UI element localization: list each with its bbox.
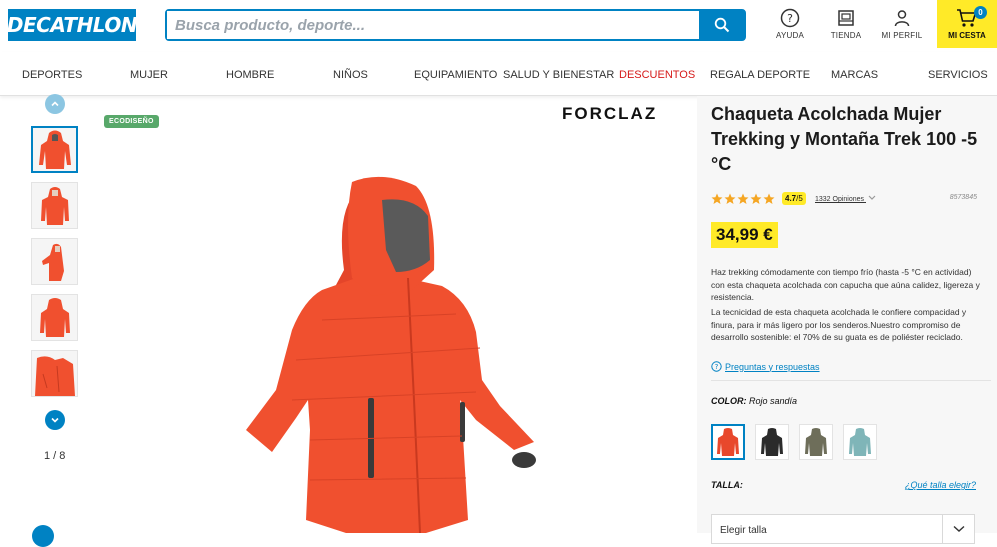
price-tag: 34,99 € [711, 222, 778, 248]
star-icon [711, 193, 723, 204]
star-icon [763, 193, 775, 204]
jacket-thumbnail-icon [41, 243, 64, 281]
thumb-scroll-down-button[interactable] [45, 410, 65, 430]
product-title: Chaqueta Acolchada Mujer Trekking y Mont… [711, 104, 978, 174]
jacket-swatch-icon [761, 428, 783, 456]
nav-hombre[interactable]: HOMBRE [226, 69, 274, 81]
nav-ninos[interactable]: NIÑOS [333, 69, 368, 81]
nav-servicios[interactable]: SERVICIOS [928, 69, 988, 81]
jacket-thumbnail-icon [38, 130, 71, 169]
rating-value: 4.7 [785, 194, 797, 203]
search-icon [714, 17, 729, 33]
thumbnail-1[interactable] [31, 126, 78, 173]
jacket-illustration [246, 176, 536, 533]
chat-help-button[interactable] [32, 525, 54, 547]
nav-marcas[interactable]: MARCAS [831, 69, 878, 81]
thumbnail-3[interactable] [31, 238, 78, 285]
user-icon [894, 10, 910, 27]
jacket-thumbnail-icon [34, 355, 75, 396]
question-circle-icon: ? [711, 361, 722, 372]
svg-text:?: ? [787, 12, 793, 25]
thumb-scroll-up-button[interactable] [45, 94, 65, 114]
product-info-panel: Chaqueta Acolchada Mujer Trekking y Mont… [697, 96, 997, 544]
rating-score-badge: 4.7/5 [782, 192, 806, 205]
thumbnail-2[interactable] [31, 182, 78, 229]
search-bar [165, 9, 746, 41]
star-icon [724, 193, 736, 204]
product-reference: 8573845 [949, 194, 977, 201]
chevron-down-icon [51, 417, 59, 423]
store-link[interactable]: TIENDA [818, 8, 874, 44]
color-label: COLOR: [711, 396, 747, 406]
jacket-thumbnail-icon [39, 297, 70, 337]
reviews-link[interactable]: 1332 Opiniones [815, 195, 876, 203]
main-nav: DEPORTES MUJER HOMBRE NIÑOS EQUIPAMIENTO… [0, 52, 997, 96]
search-button[interactable] [699, 11, 744, 39]
color-label-row: COLOR: Rojo sandía [711, 396, 797, 406]
jacket-thumbnail-icon [40, 186, 69, 225]
thumbnail-4[interactable] [31, 294, 78, 341]
size-select-toggle[interactable] [942, 515, 974, 543]
jacket-swatch-icon [849, 428, 871, 456]
site-header: DECATHLON ? AYUDA TIENDA MI PERFIL MI CE… [0, 0, 997, 52]
chevron-down-icon [868, 195, 876, 200]
help-link[interactable]: ? AYUDA [762, 8, 818, 44]
nav-equipamiento[interactable]: EQUIPAMIENTO [414, 69, 497, 81]
rating-scale: /5 [796, 194, 803, 203]
search-input[interactable] [167, 11, 699, 39]
help-icon: ? [780, 8, 800, 28]
description-paragraph-2: La tecnicidad de esta chaqueta acolchada… [711, 307, 967, 342]
thumbnail-5[interactable] [31, 350, 78, 397]
jacket-swatch-icon [805, 428, 827, 456]
color-swatch-khaki[interactable] [799, 424, 833, 460]
chevron-up-icon [51, 101, 59, 107]
divider [711, 380, 991, 381]
profile-link[interactable]: MI PERFIL [874, 8, 930, 44]
chevron-down-icon [953, 525, 964, 532]
cart-button[interactable]: MI CESTA 0 [937, 0, 997, 48]
qa-link[interactable]: ? Preguntas y respuestas [711, 361, 820, 372]
nav-regala-deporte[interactable]: REGALA DEPORTE [710, 69, 810, 81]
cart-count-badge: 0 [974, 6, 987, 19]
size-select-value: Elegir talla [720, 525, 767, 536]
size-select[interactable]: Elegir talla [711, 514, 975, 544]
color-value: Rojo sandía [749, 396, 798, 406]
jacket-swatch-icon [717, 428, 739, 456]
svg-text:?: ? [715, 363, 719, 371]
qa-label: Preguntas y respuestas [725, 361, 820, 372]
reviews-count: 1332 Opiniones [815, 196, 865, 203]
star-icon [737, 193, 749, 204]
color-swatch-teal[interactable] [843, 424, 877, 460]
product-main-image[interactable] [96, 100, 656, 533]
description-paragraph-1: Haz trekking cómodamente con tiempo frío… [711, 267, 980, 302]
profile-label: MI PERFIL [881, 31, 923, 40]
help-label: AYUDA [776, 31, 804, 40]
store-icon [838, 10, 854, 26]
color-swatch-red[interactable] [711, 424, 745, 460]
size-label: TALLA: [711, 480, 743, 490]
rating-stars [711, 193, 775, 205]
nav-salud-bienestar[interactable]: SALUD Y BIENESTAR [503, 69, 614, 81]
nav-descuentos[interactable]: DESCUENTOS [619, 69, 695, 81]
image-counter: 1 / 8 [44, 450, 66, 462]
nav-mujer[interactable]: MUJER [130, 69, 168, 81]
color-swatch-black[interactable] [755, 424, 789, 460]
nav-deportes[interactable]: DEPORTES [22, 69, 82, 81]
decathlon-logo[interactable]: DECATHLON [7, 9, 138, 41]
cart-label: MI CESTA [948, 31, 986, 40]
store-label: TIENDA [830, 31, 862, 40]
size-guide-link[interactable]: ¿Qué talla elegir? [905, 480, 976, 490]
star-icon [750, 193, 762, 204]
